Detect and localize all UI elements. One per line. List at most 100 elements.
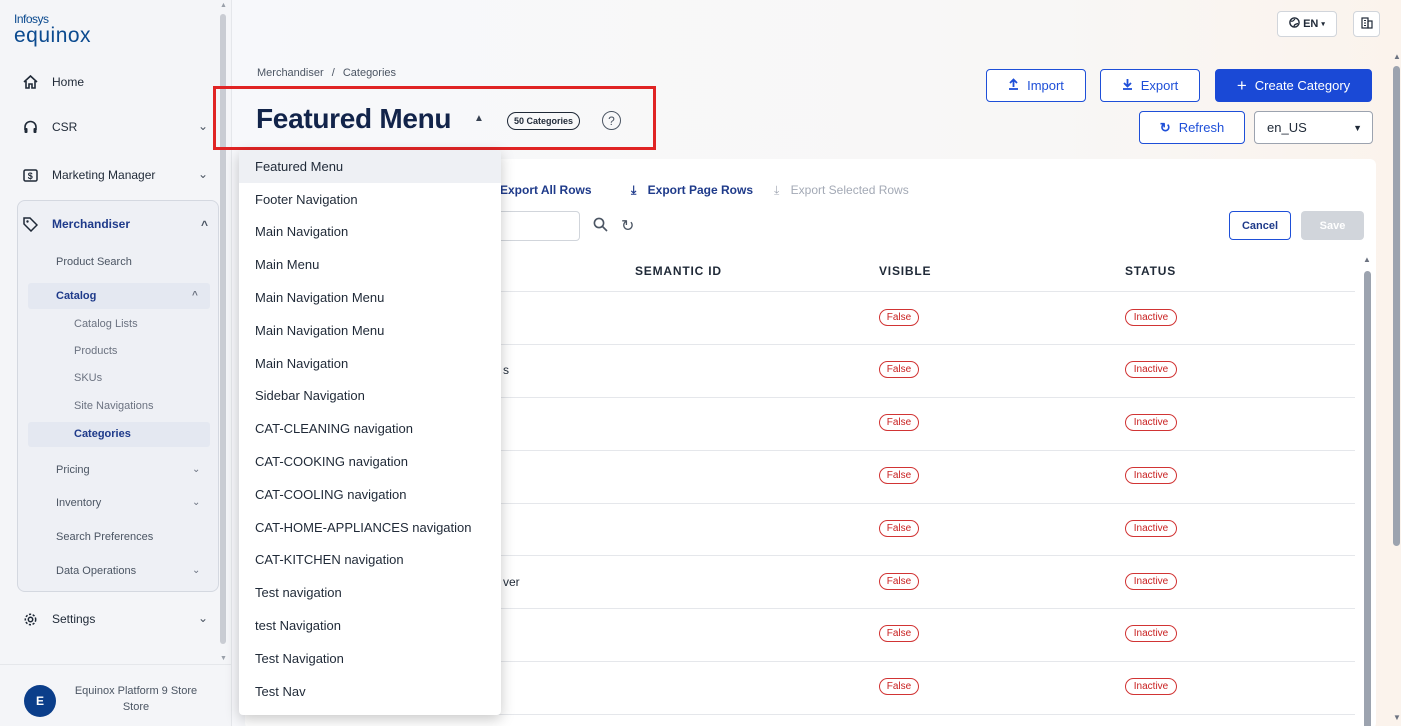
breadcrumb-parent[interactable]: Merchandiser <box>257 67 324 79</box>
dropdown-option[interactable]: Test Nav <box>239 675 501 708</box>
organization-switcher[interactable] <box>1353 11 1380 37</box>
export-all-rows-link[interactable]: Export All Rows <box>500 183 592 197</box>
import-label: Import <box>1027 78 1064 93</box>
dropdown-option[interactable]: Main Navigation <box>239 216 501 249</box>
dropdown-option[interactable]: Main Navigation <box>239 347 501 380</box>
navigation-dropdown-menu: Featured Menu Footer Navigation Main Nav… <box>239 150 501 715</box>
dropdown-option[interactable]: CAT-COOLING navigation <box>239 478 501 511</box>
dropdown-option[interactable]: test Navigation <box>239 609 501 642</box>
sidebar-item-merchandiser[interactable]: Merchandiser ^ <box>22 212 212 236</box>
column-header-semantic-id[interactable]: SEMANTIC ID <box>635 264 722 278</box>
sidebar-item-skus[interactable]: SKUs <box>74 372 102 384</box>
column-header-visible[interactable]: VISIBLE <box>879 264 931 278</box>
sidebar-item-categories[interactable]: Categories <box>74 428 131 440</box>
export-page-rows-label: Export Page Rows <box>647 183 754 197</box>
gear-icon <box>22 611 38 627</box>
locale-select[interactable]: en_US ▼ <box>1254 111 1373 144</box>
visible-badge: False <box>879 414 919 431</box>
tag-icon <box>22 216 38 232</box>
language-selector[interactable]: EN ▾ <box>1277 11 1337 37</box>
building-icon <box>1360 16 1373 32</box>
sidebar-item-search-preferences[interactable]: Search Preferences <box>56 531 153 543</box>
breadcrumb-separator: / <box>331 67 335 79</box>
sidebar-item-site-navigations[interactable]: Site Navigations <box>74 400 154 412</box>
sidebar-item-catalog-lists[interactable]: Catalog Lists <box>74 318 138 330</box>
refresh-label: Refresh <box>1178 120 1225 135</box>
status-badge: Inactive <box>1125 520 1177 537</box>
chevron-down-icon: ⌄ <box>197 167 208 181</box>
table-scroll-up-icon[interactable]: ▲ <box>1363 255 1371 264</box>
status-badge: Inactive <box>1125 625 1177 642</box>
status-badge: Inactive <box>1125 361 1177 378</box>
dropdown-option[interactable]: CAT-COOKING navigation <box>239 445 501 478</box>
refresh-button[interactable]: ↻ Refresh <box>1139 111 1245 144</box>
export-button[interactable]: Export <box>1100 69 1200 102</box>
create-category-label: Create Category <box>1254 78 1351 93</box>
dropdown-option[interactable]: CAT-HOME-APPLIANCES navigation <box>239 511 501 544</box>
sidebar-item-label: Merchandiser <box>52 217 131 231</box>
scroll-up-arrow-icon[interactable]: ▲ <box>220 2 227 9</box>
sidebar-item-label: Data Operations <box>56 565 137 577</box>
user-profile[interactable]: E Equinox Platform 9 Store Store <box>0 664 232 726</box>
dropdown-option[interactable]: Test navigation <box>239 576 501 609</box>
import-button[interactable]: Import <box>986 69 1086 102</box>
row-name: ver <box>503 575 520 589</box>
reload-icon[interactable]: ↻ <box>621 216 634 236</box>
sidebar-item-products[interactable]: Products <box>74 345 117 357</box>
page-scrollbar[interactable] <box>1393 66 1400 546</box>
status-badge: Inactive <box>1125 678 1177 695</box>
dropdown-option[interactable]: Sidebar Navigation <box>239 380 501 413</box>
dropdown-option[interactable]: Test Navigation <box>239 642 501 675</box>
breadcrumb: Merchandiser / Categories <box>257 67 396 79</box>
user-store-line1: Equinox Platform 9 Store <box>74 685 198 697</box>
status-badge: Inactive <box>1125 573 1177 590</box>
sidebar-item-label: Catalog <box>56 290 97 302</box>
top-bar: EN ▾ <box>233 0 1401 48</box>
chevron-down-icon: ⌄ <box>192 464 201 475</box>
sidebar-item-marketing-manager[interactable]: $ Marketing Manager ⌄ <box>22 163 212 187</box>
sidebar-item-csr[interactable]: CSR ⌄ <box>22 115 212 139</box>
svg-text:$: $ <box>27 171 32 181</box>
page-scroll-down-icon[interactable]: ▼ <box>1393 713 1401 722</box>
dollar-card-icon: $ <box>22 167 38 183</box>
dropdown-option[interactable]: Main Navigation Menu <box>239 314 501 347</box>
visible-badge: False <box>879 361 919 378</box>
save-button: Save <box>1301 211 1364 240</box>
sidebar-item-label: CSR <box>52 120 78 134</box>
sidebar-item-label: Marketing Manager <box>52 168 156 182</box>
dropdown-option[interactable]: CAT-KITCHEN navigation <box>239 544 501 577</box>
sidebar-item-settings[interactable]: Settings ⌄ <box>22 607 212 631</box>
dropdown-option[interactable]: Featured Menu <box>239 150 501 183</box>
avatar[interactable]: E <box>24 685 56 717</box>
globe-icon <box>1289 17 1300 31</box>
sidebar-item-label: Pricing <box>56 464 90 476</box>
scroll-down-arrow-icon[interactable]: ▼ <box>220 655 227 662</box>
dropdown-option[interactable]: Main Navigation Menu <box>239 281 501 314</box>
locale-value: en_US <box>1267 120 1307 135</box>
sidebar-item-inventory[interactable]: Inventory ⌄ <box>56 497 200 509</box>
sidebar-item-product-search[interactable]: Product Search <box>56 256 132 268</box>
sidebar-item-data-operations[interactable]: Data Operations ⌄ <box>56 565 200 577</box>
download-icon <box>1122 78 1133 93</box>
search-icon[interactable] <box>593 217 608 236</box>
chevron-down-icon: ⌄ <box>192 497 201 508</box>
user-store-line2: Store <box>122 701 150 713</box>
status-badge: Inactive <box>1125 414 1177 431</box>
page-scroll-up-icon[interactable]: ▲ <box>1393 52 1401 61</box>
table-scrollbar[interactable] <box>1364 271 1371 726</box>
create-category-button[interactable]: + Create Category <box>1215 69 1372 102</box>
sidebar-item-catalog[interactable]: Catalog ^ <box>56 290 198 302</box>
sidebar: Infosys equinox ▲ ▼ Home CSR ⌄ $ Marketi… <box>0 0 232 726</box>
visible-badge: False <box>879 573 919 590</box>
sidebar-item-home[interactable]: Home <box>22 70 212 94</box>
infosys-equinox-logo[interactable]: Infosys equinox <box>14 12 91 46</box>
export-page-rows-link[interactable]: ⤓ Export Page Rows <box>631 183 753 198</box>
column-header-status[interactable]: STATUS <box>1125 264 1176 278</box>
dropdown-option[interactable]: CAT-CLEANING navigation <box>239 412 501 445</box>
sidebar-item-label: Settings <box>52 612 96 626</box>
dropdown-option[interactable]: Footer Navigation <box>239 183 501 216</box>
cancel-button[interactable]: Cancel <box>1229 211 1291 240</box>
dropdown-option[interactable]: Main Menu <box>239 248 501 281</box>
sidebar-item-pricing[interactable]: Pricing ⌄ <box>56 464 200 476</box>
refresh-icon: ↻ <box>1159 119 1171 135</box>
